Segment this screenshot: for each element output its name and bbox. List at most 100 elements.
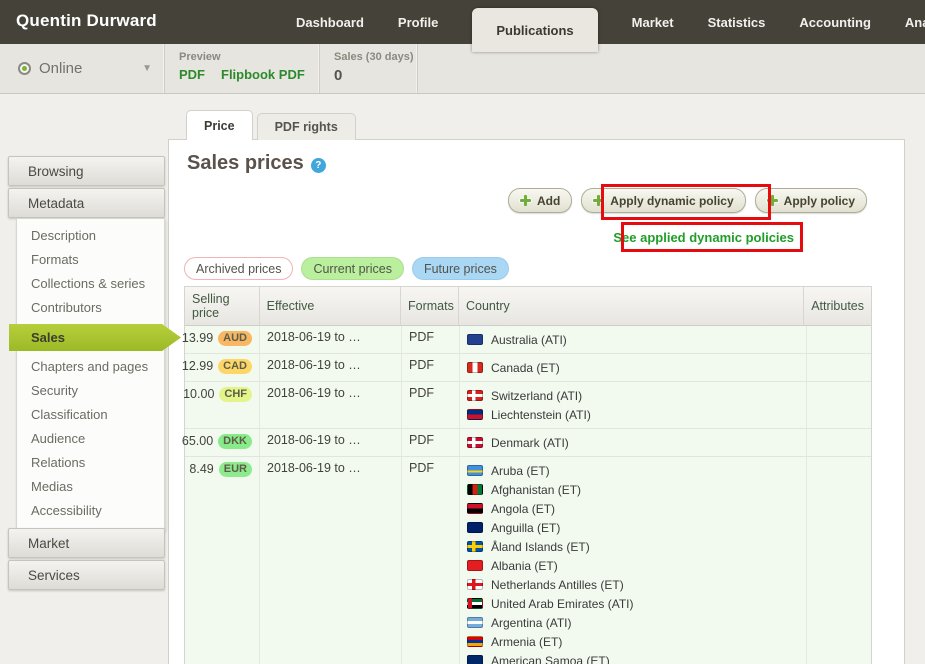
button-add[interactable]: Add [508, 188, 572, 213]
help-icon[interactable]: ? [311, 158, 326, 173]
sidebar-item-sales[interactable]: Sales [9, 324, 181, 351]
tab-publications[interactable]: Publications [472, 8, 597, 52]
cell-country: Aruba (ET)Afghanistan (ET)Angola (ET)Ang… [460, 457, 807, 664]
sidebar-item-classification[interactable]: Classification [17, 403, 164, 427]
sidebar-item-description[interactable]: Description [17, 224, 164, 248]
country-united-arab-emirates: United Arab Emirates (ATI) [467, 594, 799, 613]
cell-effective: 2018-06-19 to … [260, 354, 402, 381]
cell-selling-price: 12.99CAD [185, 354, 260, 381]
sales-30-days-label: Sales (30 days) [334, 51, 417, 63]
currency-badge-dkk: DKK [218, 434, 252, 449]
nav-item-profile[interactable]: Profile [398, 15, 438, 30]
sidebar-item-relations[interactable]: Relations [17, 451, 164, 475]
preview-link-pdf[interactable]: PDF [179, 67, 205, 82]
filter-future-prices[interactable]: Future prices [412, 257, 509, 280]
price-value: 10.00 [183, 386, 214, 403]
sidebar-item-contributors[interactable]: Contributors [17, 296, 164, 320]
country-label: Netherlands Antilles (ET) [491, 578, 624, 592]
sidebar-item-security[interactable]: Security [17, 379, 164, 403]
flag-icon-liechtenstein [467, 409, 483, 420]
cell-country: Switzerland (ATI) Liechtenstein (ATI) [460, 382, 807, 428]
nav-item-statistics[interactable]: Statistics [708, 15, 766, 30]
sidebar-item-collections-series[interactable]: Collections & series [17, 272, 164, 296]
content-panel: Sales prices ? Add Apply dynamic policy Ap… [168, 139, 905, 664]
column-header-selling-price: Selling price [185, 287, 260, 325]
country-label: Switzerland (ATI) [491, 389, 582, 403]
sidebar-item-medias[interactable]: Medias [17, 475, 164, 499]
sidebar-section-browsing[interactable]: Browsing [8, 156, 165, 186]
column-header-formats: Formats [401, 287, 459, 325]
cell-selling-price: 13.99AUD [185, 326, 260, 353]
button-apply-policy[interactable]: Apply policy [755, 188, 867, 213]
country-label: Argentina (ATI) [491, 616, 571, 630]
flag-icon-netherlands-antilles [467, 579, 483, 590]
sidebar-section-services[interactable]: Services [8, 560, 165, 590]
cell-attributes [807, 326, 871, 353]
filter-archived-prices[interactable]: Archived prices [184, 257, 293, 280]
top-navigation: DashboardProfile Publications MarketStat… [296, 0, 925, 44]
country-label: Denmark (ATI) [491, 436, 569, 450]
country-label: Aruba (ET) [491, 464, 550, 478]
see-applied-dynamic-policies-link[interactable]: See applied dynamic policies [613, 230, 794, 245]
sidebar-metadata-items: DescriptionFormatsCollections & seriesCo… [16, 218, 165, 530]
country-australia: Australia (ATI) [467, 330, 799, 349]
country-albania: Albania (ET) [467, 556, 799, 575]
country-label: Anguilla (ET) [491, 521, 560, 535]
country-liechtenstein: Liechtenstein (ATI) [467, 405, 799, 424]
sidebar-item-accessibility[interactable]: Accessibility [17, 499, 164, 523]
table-row: 12.99CAD2018-06-19 to …PDFCanada (ET) [185, 354, 871, 382]
flag-icon-australia [467, 334, 483, 345]
table-row: 65.00DKK2018-06-19 to …PDFDenmark (ATI) [185, 429, 871, 457]
flag-icon--land-islands [467, 541, 483, 552]
online-indicator-icon [18, 62, 31, 75]
top-bar: Quentin Durward DashboardProfile Publica… [0, 0, 925, 44]
flag-icon-albania [467, 560, 483, 571]
cell-effective: 2018-06-19 to … [260, 429, 402, 456]
country-netherlands-antilles: Netherlands Antilles (ET) [467, 575, 799, 594]
column-header-country: Country [459, 287, 804, 325]
tab-pdf-rights[interactable]: PDF rights [257, 113, 356, 140]
sidebar-section-metadata[interactable]: Metadata [8, 188, 165, 218]
nav-item-accounting[interactable]: Accounting [799, 15, 871, 30]
cell-formats: PDF [402, 326, 460, 353]
filter-current-prices[interactable]: Current prices [301, 257, 404, 280]
plus-icon [520, 195, 531, 206]
flag-icon-united-arab-emirates [467, 598, 483, 609]
cell-country: Denmark (ATI) [460, 429, 807, 456]
tab-price[interactable]: Price [186, 110, 253, 140]
preview-label: Preview [179, 51, 319, 63]
sidebar-item-formats[interactable]: Formats [17, 248, 164, 272]
plus-icon [767, 195, 778, 206]
country-label: Armenia (ET) [491, 635, 562, 649]
status-dropdown[interactable]: Online ▼ [0, 44, 165, 93]
plus-icon [593, 195, 604, 206]
nav-item-analytics[interactable]: Analytics [905, 15, 925, 30]
column-header-attributes: Attributes [804, 287, 871, 325]
publication-title: Quentin Durward [16, 11, 157, 31]
flag-icon-denmark [467, 437, 483, 448]
currency-badge-aud: AUD [218, 331, 252, 346]
sidebar-section-market[interactable]: Market [8, 528, 165, 558]
cell-selling-price: 8.49EUR [185, 457, 260, 664]
nav-item-market[interactable]: Market [632, 15, 674, 30]
sidebar-item-chapters-and-pages[interactable]: Chapters and pages [17, 355, 164, 379]
preview-section: Preview PDF Flipbook PDF [165, 44, 320, 93]
flag-icon-american-samoa [467, 655, 483, 664]
country-label: Liechtenstein (ATI) [491, 408, 591, 422]
flag-icon-anguilla [467, 522, 483, 533]
flag-icon-argentina [467, 617, 483, 628]
flag-icon-canada [467, 362, 483, 373]
preview-link-flipbook-pdf[interactable]: Flipbook PDF [221, 67, 305, 82]
cell-attributes [807, 382, 871, 428]
cell-country: Canada (ET) [460, 354, 807, 381]
page-title: Sales prices ? [187, 152, 326, 175]
cell-formats: PDF [402, 354, 460, 381]
cell-country: Australia (ATI) [460, 326, 807, 353]
cell-selling-price: 10.00CHF [185, 382, 260, 428]
nav-item-dashboard[interactable]: Dashboard [296, 15, 364, 30]
sales-prices-table: Selling priceEffectiveFormatsCountryAttr… [184, 286, 872, 664]
cell-effective: 2018-06-19 to … [260, 457, 402, 664]
button-apply-dynamic-policy[interactable]: Apply dynamic policy [581, 188, 745, 213]
sidebar-item-audience[interactable]: Audience [17, 427, 164, 451]
flag-icon-switzerland [467, 390, 483, 401]
